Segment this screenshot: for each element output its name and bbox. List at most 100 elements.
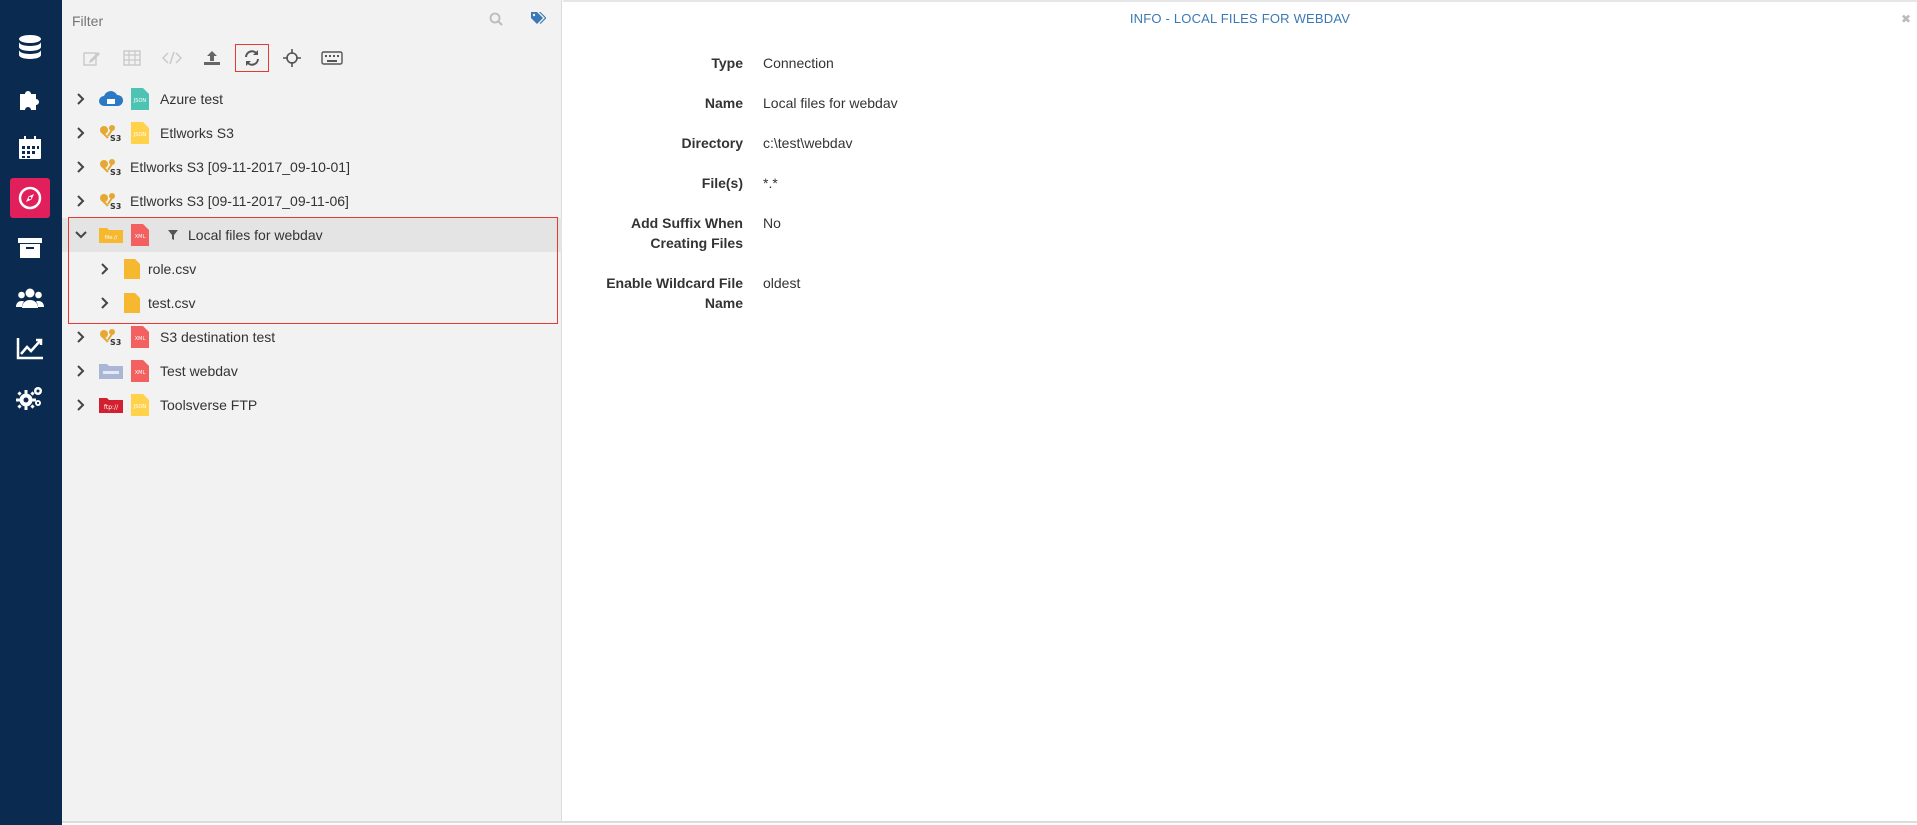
close-icon[interactable]: ✖ xyxy=(1901,12,1911,26)
s3-icon: S3 xyxy=(98,327,124,347)
prop-label-line: Creating Files xyxy=(650,235,743,251)
main-nav xyxy=(0,0,62,825)
s3-icon: S3 xyxy=(98,191,124,211)
database-icon xyxy=(19,35,41,59)
tree-item-etlworks-s3-snapshot-1[interactable]: S3 Etlworks S3 [09-11-2017_09-10-01] xyxy=(62,150,562,184)
svg-text:JSON: JSON xyxy=(133,132,147,138)
ftp-icon: ftp:// xyxy=(98,395,124,415)
tree-item-label: Local files for webdav xyxy=(188,227,323,243)
tree-item-azure-test[interactable]: JSON Azure test xyxy=(62,82,562,116)
prop-label-line: Name xyxy=(704,295,743,311)
tree-item-local-files-for-webdav[interactable]: file:// XML Local files for webdav xyxy=(62,218,562,252)
nav-database[interactable] xyxy=(10,28,50,68)
nav-scheduler[interactable] xyxy=(10,128,50,168)
file-icon xyxy=(122,257,142,281)
xml-file-icon: XML xyxy=(130,223,150,247)
tree-item-label: Azure test xyxy=(160,91,224,107)
svg-text:file://: file:// xyxy=(105,235,118,241)
svg-text:XML: XML xyxy=(135,370,146,376)
keyboard-button[interactable] xyxy=(312,44,352,72)
tree-item-toolsverse-ftp[interactable]: ftp:// JSON Toolsverse FTP xyxy=(62,388,562,422)
file-icon xyxy=(122,291,142,315)
tree-item-role-csv[interactable]: role.csv xyxy=(62,252,562,286)
tree-item-label: Etlworks S3 [09-11-2017_09-11-06] xyxy=(130,193,349,209)
prop-label: Add Suffix When Creating Files xyxy=(563,213,743,253)
svg-text:JSON: JSON xyxy=(133,98,147,104)
xml-file-icon: XML xyxy=(130,359,150,383)
prop-label-line: Add Suffix When xyxy=(631,215,743,231)
tree-item-label: Toolsverse FTP xyxy=(160,397,258,413)
tree-item-test-csv[interactable]: test.csv xyxy=(62,286,562,320)
nav-flows[interactable] xyxy=(10,78,50,118)
info-title: INFO - LOCAL FILES FOR WEBDAV xyxy=(1129,11,1351,26)
tree-item-s3-destination-test[interactable]: S3 XML S3 destination test xyxy=(62,320,562,354)
nav-settings[interactable] xyxy=(10,378,50,418)
table-icon xyxy=(123,50,141,66)
compass-icon xyxy=(18,186,42,210)
view-data-button[interactable] xyxy=(112,44,152,72)
nav-explorer[interactable] xyxy=(10,178,50,218)
json-file-icon: JSON xyxy=(130,121,150,145)
prop-label-line: Enable Wildcard File xyxy=(606,275,743,291)
json-file-icon: JSON xyxy=(130,87,150,111)
local-folder-icon: file:// xyxy=(98,225,124,245)
chevron-down-icon[interactable] xyxy=(74,228,88,242)
edit-button[interactable] xyxy=(72,44,112,72)
tree-item-label: Test webdav xyxy=(160,363,238,379)
tree-item-label: S3 destination test xyxy=(160,329,276,345)
prop-value: Connection xyxy=(763,55,834,71)
prop-value: oldest xyxy=(763,275,801,291)
chevron-right-icon[interactable] xyxy=(74,364,88,378)
code-icon xyxy=(162,51,182,65)
keyboard-icon xyxy=(321,51,343,65)
tree-item-test-webdav[interactable]: XML Test webdav xyxy=(62,354,562,388)
svg-text:S3: S3 xyxy=(110,338,121,346)
chevron-right-icon[interactable] xyxy=(74,398,88,412)
prop-value: No xyxy=(763,215,781,231)
explorer-panel: JSON Azure test S3 JSON Etlworks S3 S3 E… xyxy=(62,0,562,821)
calendar-icon xyxy=(19,136,41,159)
chevron-right-icon[interactable] xyxy=(74,160,88,174)
upload-icon xyxy=(204,51,220,65)
chevron-right-icon[interactable] xyxy=(74,194,88,208)
tree-item-etlworks-s3[interactable]: S3 JSON Etlworks S3 xyxy=(62,116,562,150)
archive-icon xyxy=(18,238,42,258)
chevron-right-icon[interactable] xyxy=(98,296,112,310)
bottom-divider xyxy=(62,821,1917,823)
azure-icon xyxy=(98,89,124,109)
tags-icon[interactable] xyxy=(530,11,547,30)
svg-text:JSON: JSON xyxy=(133,404,147,410)
refresh-button[interactable] xyxy=(235,44,269,72)
locate-button[interactable] xyxy=(272,44,312,72)
edit-icon xyxy=(83,52,100,66)
tree-item-label: test.csv xyxy=(148,295,196,311)
nav-users[interactable] xyxy=(10,278,50,318)
svg-text:S3: S3 xyxy=(110,202,121,210)
prop-value: c:\test\webdav xyxy=(763,135,853,151)
tree-item-label: role.csv xyxy=(148,261,197,277)
chevron-right-icon[interactable] xyxy=(74,126,88,140)
tree-item-etlworks-s3-snapshot-2[interactable]: S3 Etlworks S3 [09-11-2017_09-11-06] xyxy=(62,184,562,218)
chart-icon xyxy=(16,338,43,360)
tree-item-label: Etlworks S3 xyxy=(160,125,234,141)
chevron-right-icon[interactable] xyxy=(74,330,88,344)
prop-value: Local files for webdav xyxy=(763,95,898,111)
webdav-icon xyxy=(98,361,124,381)
view-source-button[interactable] xyxy=(152,44,192,72)
search-icon[interactable] xyxy=(489,12,503,31)
prop-label: Name xyxy=(704,95,743,111)
prop-label: File(s) xyxy=(701,175,743,191)
upload-button[interactable] xyxy=(192,44,232,72)
prop-label: Type xyxy=(711,55,743,71)
tree-item-label: Etlworks S3 [09-11-2017_09-10-01] xyxy=(130,159,350,175)
refresh-icon xyxy=(245,50,259,66)
s3-icon: S3 xyxy=(98,123,124,143)
chevron-right-icon[interactable] xyxy=(74,92,88,106)
s3-icon: S3 xyxy=(98,157,124,177)
nav-statistics[interactable] xyxy=(10,328,50,368)
chevron-right-icon[interactable] xyxy=(98,262,112,276)
filter-input[interactable] xyxy=(72,10,492,32)
gears-icon xyxy=(16,387,42,410)
svg-text:ftp://: ftp:// xyxy=(104,404,119,411)
nav-archive[interactable] xyxy=(10,228,50,268)
